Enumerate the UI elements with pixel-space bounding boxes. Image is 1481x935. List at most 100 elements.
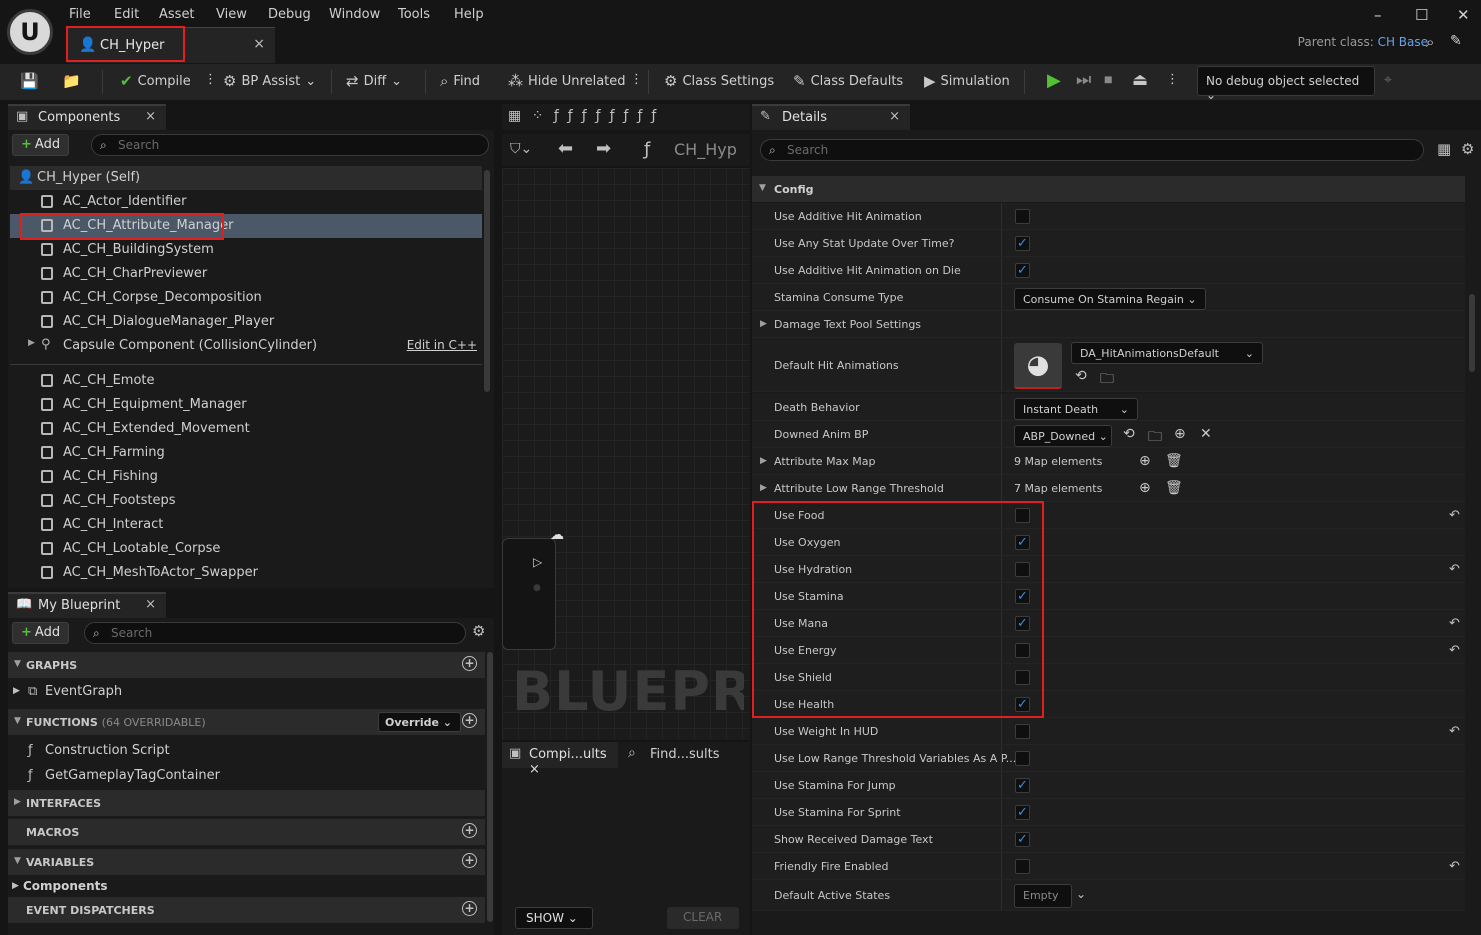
bp-assist-button[interactable]: ⚙ BP Assist ⌄	[223, 72, 316, 90]
chevron-down-icon[interactable]: ⌄	[1076, 887, 1086, 901]
add-icon[interactable]: ⊕	[1174, 426, 1186, 442]
menu-debug[interactable]: Debug	[268, 7, 311, 22]
forward-arrow-icon[interactable]: ➡	[596, 138, 611, 159]
details-search-input[interactable]: ⌕ Search	[760, 139, 1424, 161]
reset-to-default-icon[interactable]: ↶	[1449, 616, 1460, 631]
browse-icon[interactable]: 📁	[62, 72, 81, 90]
component-item[interactable]: AC_CH_Equipment_Manager	[10, 393, 482, 417]
hit-animations-asset-dropdown[interactable]: DA_HitAnimationsDefault ⌄	[1071, 342, 1263, 364]
reset-to-default-icon[interactable]: ↶	[1449, 859, 1460, 874]
find-button[interactable]: ⌕ Find	[440, 72, 480, 90]
component-item[interactable]: AC_CH_DialogueManager_Player	[10, 310, 482, 334]
menu-view[interactable]: View	[216, 7, 247, 22]
checkbox-unchecked[interactable]	[1015, 751, 1030, 766]
graph-canvas[interactable]	[502, 168, 750, 740]
parent-class-value[interactable]: CH Base	[1378, 35, 1428, 49]
menu-tools[interactable]: Tools	[398, 7, 430, 22]
stop-icon[interactable]: ⏹	[1104, 70, 1113, 90]
add-function-icon[interactable]: +	[462, 713, 477, 728]
exec-pin-icon[interactable]: ▷	[533, 555, 542, 569]
graph-node[interactable]: ▷ ●	[502, 538, 556, 650]
event-graph-item[interactable]: ▶ ⧉ EventGraph	[8, 680, 485, 704]
clear-button[interactable]: CLEAR	[667, 907, 739, 929]
component-self[interactable]: 👤 CH_Hyper (Self)	[10, 166, 482, 190]
component-item[interactable]: AC_CH_Footsteps	[10, 489, 482, 513]
settings-gear-icon[interactable]: ⚙	[1461, 140, 1474, 158]
minimize-button[interactable]: –	[1374, 6, 1382, 24]
my-blueprint-tab[interactable]: 📖 My Blueprint ×	[8, 592, 166, 618]
compile-options-icon[interactable]: ⋮	[204, 72, 217, 87]
checkbox-unchecked[interactable]	[1015, 859, 1030, 874]
components-search-input[interactable]: ⌕ Search	[91, 134, 489, 156]
component-item[interactable]: AC_CH_Corpse_Decomposition	[10, 286, 482, 310]
add-macro-icon[interactable]: +	[462, 823, 477, 838]
use-selected-icon[interactable]: ⟲	[1075, 368, 1087, 384]
nodes-icon[interactable]: ⁘	[532, 108, 544, 124]
back-arrow-icon[interactable]: ⬅	[558, 138, 573, 159]
add-member-button[interactable]: + Add	[12, 622, 70, 644]
close-icon[interactable]: ×	[145, 109, 156, 124]
close-window-button[interactable]: ✕	[1457, 6, 1470, 24]
menu-asset[interactable]: Asset	[159, 7, 195, 22]
components-scrollbar[interactable]	[484, 170, 490, 392]
clear-x-icon[interactable]: ✕	[1200, 426, 1212, 442]
interfaces-category[interactable]: ▶ INTERFACES	[8, 790, 485, 816]
step-icon[interactable]: ⏭	[1076, 70, 1091, 90]
checkbox-checked[interactable]: ✓	[1015, 832, 1030, 847]
diff-button[interactable]: ⇄ Diff ⌄	[346, 72, 402, 90]
table-view-icon[interactable]: ▦	[1437, 140, 1451, 158]
find-results-tab[interactable]: ⌕ Find...sults	[624, 742, 744, 768]
bookmark-icon[interactable]: ⛉⌄	[510, 141, 532, 157]
class-defaults-button[interactable]: ✎ Class Defaults	[793, 72, 903, 90]
override-dropdown[interactable]: Override ⌄	[378, 712, 461, 732]
delete-trash-icon[interactable]: 🗑	[1165, 480, 1183, 496]
close-icon[interactable]: ×	[145, 597, 156, 612]
graphs-category[interactable]: ▼ GRAPHS +	[8, 652, 485, 678]
functions-category[interactable]: ▼ FUNCTIONS (64 OVERRIDABLE) Override ⌄ +	[8, 709, 485, 735]
simulation-button[interactable]: ▶ Simulation	[924, 72, 1010, 90]
expand-caret-icon[interactable]: ▶	[760, 319, 767, 329]
expand-caret-icon[interactable]: ▶	[760, 456, 767, 466]
components-tab[interactable]: ▣ Components ×	[8, 104, 166, 130]
add-element-icon[interactable]: ⊕	[1139, 480, 1151, 496]
checkbox-checked[interactable]: ✓	[1015, 263, 1030, 278]
component-item[interactable]: AC_CH_Lootable_Corpse	[10, 537, 482, 561]
reset-to-default-icon[interactable]: ↶	[1449, 724, 1460, 739]
menu-help[interactable]: Help	[454, 7, 484, 22]
debug-browse-icon[interactable]: ⌖	[1384, 72, 1392, 88]
checkbox-checked[interactable]: ✓	[1015, 778, 1030, 793]
graph-breadcrumb[interactable]: CH_Hyp	[674, 140, 737, 159]
eject-icon[interactable]: ⏏	[1132, 70, 1148, 90]
component-item[interactable]: AC_CH_Fishing	[10, 465, 482, 489]
class-settings-button[interactable]: ⚙ Class Settings	[664, 72, 774, 90]
checkbox-unchecked[interactable]	[1015, 209, 1030, 224]
component-item-capsule[interactable]: ▶ ⚲ Capsule Component (CollisionCylinder…	[10, 334, 482, 358]
settings-gear-icon[interactable]: ⚙	[472, 622, 485, 640]
death-behavior-dropdown[interactable]: Instant Death ⌄	[1014, 398, 1138, 420]
reset-to-default-icon[interactable]: ↶	[1449, 643, 1460, 658]
details-tab[interactable]: ✎ Details ×	[752, 104, 910, 130]
expand-caret-icon[interactable]: ▶	[760, 483, 767, 493]
delete-trash-icon[interactable]: 🗑	[1165, 453, 1183, 469]
checkbox-unchecked[interactable]	[1015, 724, 1030, 739]
component-item[interactable]: AC_CH_CharPreviewer	[10, 262, 482, 286]
unreal-logo-icon[interactable]: U	[7, 9, 53, 55]
default-active-states-dropdown[interactable]: Empty	[1014, 884, 1072, 908]
edit-in-cpp-link[interactable]: Edit in C++	[407, 338, 477, 352]
get-tag-container-item[interactable]: ƒ GetGameplayTagContainer	[8, 764, 485, 788]
play-options-icon[interactable]: ⋮	[1166, 72, 1179, 87]
function-tabs-icon[interactable]: ƒƒƒƒƒƒƒƒ	[554, 108, 665, 124]
checkbox-checked[interactable]: ✓	[1015, 236, 1030, 251]
add-element-icon[interactable]: ⊕	[1139, 453, 1151, 469]
hide-unrelated-button[interactable]: ⁂ Hide Unrelated	[508, 72, 626, 90]
prop-damage-text-pool-settings[interactable]: ▶ Damage Text Pool Settings	[752, 311, 1465, 338]
maximize-button[interactable]: ☐	[1415, 6, 1428, 24]
search-icon[interactable]: ⌕	[1426, 33, 1434, 51]
macros-category[interactable]: MACROS +	[8, 819, 485, 845]
play-icon[interactable]: ▶	[1047, 70, 1061, 91]
close-icon[interactable]: ×	[889, 109, 900, 124]
component-item[interactable]: AC_CH_Farming	[10, 441, 482, 465]
expand-caret-icon[interactable]: ▶	[28, 338, 35, 348]
reset-to-default-icon[interactable]: ↶	[1449, 562, 1460, 577]
construction-script-item[interactable]: ƒ Construction Script	[8, 739, 485, 763]
